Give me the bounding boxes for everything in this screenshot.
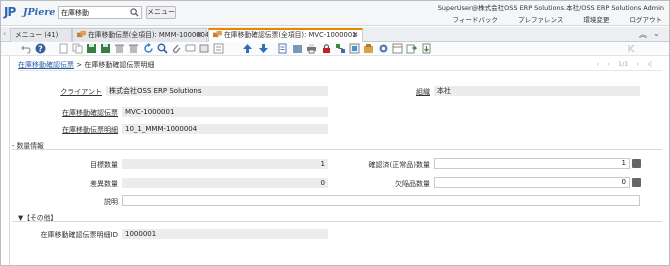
customize-icon[interactable] (392, 43, 403, 54)
delete-selection-icon[interactable] (128, 43, 139, 54)
confirm-line-id-field[interactable]: 1000001 (122, 229, 328, 239)
zoom-across-icon[interactable] (199, 43, 210, 54)
detail-record-icon[interactable] (213, 43, 224, 54)
help-icon[interactable]: ? (35, 43, 46, 54)
previous-page-icon[interactable]: ‹ (607, 60, 610, 68)
breadcrumb-separator: > (76, 61, 83, 69)
process-gear-icon[interactable] (378, 43, 389, 54)
tab-menu[interactable]: メニュー (41) (10, 28, 72, 42)
menu-search[interactable] (58, 6, 142, 19)
logout-link[interactable]: ログアウト (630, 16, 663, 24)
save-new-icon[interactable] (100, 43, 111, 54)
calculator-icon[interactable] (632, 178, 641, 187)
delete-icon[interactable] (114, 43, 125, 54)
window-tabbar: ‹ メニュー (41) 在庫移動伝票(全項目): MMM-1000004 ✖ 在… (0, 27, 670, 42)
prev-record-icon[interactable]: ‹ (597, 60, 600, 68)
new-record-icon[interactable] (58, 43, 69, 54)
product-info-icon[interactable] (363, 43, 374, 54)
scrapped-qty-label: 欠陥品数量 (395, 180, 430, 188)
record-navigator: ‹ ‹ 1/1 › ›| (597, 60, 652, 68)
report-icon[interactable] (277, 43, 288, 54)
logo-text: JPiere (23, 7, 56, 18)
confirmed-qty-field[interactable]: 1 (434, 158, 630, 169)
preference-link[interactable]: プレファレンス (518, 16, 563, 24)
left-collapse-bar[interactable] (9, 56, 10, 266)
confirm-line-id-label: 在庫移動確認伝票明細ID (40, 231, 118, 239)
save-icon[interactable] (86, 43, 97, 54)
copy-record-icon[interactable] (72, 43, 83, 54)
svg-text:?: ? (38, 44, 43, 53)
tab-movement[interactable]: 在庫移動伝票(全項目): MMM-1000004 ✖ (72, 28, 210, 42)
breadcrumb-current: 在庫移動確認伝票明細 (84, 61, 155, 69)
next-record-icon[interactable]: › (637, 60, 640, 68)
chat-icon[interactable] (185, 43, 196, 54)
breadcrumb-parent-link[interactable]: 在庫移動確認伝票 (18, 61, 74, 69)
feedback-link[interactable]: フィードバック (453, 16, 498, 24)
tab-movement-confirm[interactable]: 在庫移動確認伝票(全項目): MVC-1000001 ✖ (208, 28, 363, 42)
tab-menu-label: メニュー (41) (15, 31, 59, 39)
difference-qty-label: 差異数量 (90, 180, 118, 188)
window-toolbar: ? (0, 42, 670, 56)
change-role-link[interactable]: 環境変更 (583, 16, 609, 24)
first-record-icon[interactable] (626, 43, 637, 54)
breadcrumb-divider (18, 70, 662, 71)
client-field[interactable]: 株式会社OSS ERP Solutions (106, 86, 328, 96)
tab-list-chevron-down-icon[interactable]: ⌄ (653, 29, 660, 38)
record-counter: 1/1 (617, 60, 629, 68)
lock-icon[interactable] (321, 43, 332, 54)
menu-search-input[interactable] (59, 7, 129, 18)
search-icon[interactable] (130, 8, 139, 17)
close-icon[interactable]: ✖ (352, 30, 358, 41)
other-section-divider (12, 221, 662, 222)
scrapped-qty-field[interactable]: 0 (434, 177, 630, 188)
difference-qty-field[interactable]: 0 (122, 178, 328, 188)
find-icon[interactable] (157, 43, 168, 54)
qty-section-divider (12, 149, 662, 150)
org-label[interactable]: 組織 (380, 87, 430, 97)
collapse-up-icon[interactable]: ︽ (639, 29, 647, 40)
attachment-icon[interactable] (171, 43, 182, 54)
description-input[interactable] (122, 195, 640, 206)
archive-icon[interactable] (292, 43, 303, 54)
target-qty-field[interactable]: 1 (122, 159, 328, 169)
app-header: JP JPiere メニュー SuperUser@株式会社OSS ERP Sol… (0, 0, 670, 26)
client-label[interactable]: クライアント (20, 87, 102, 97)
movement-confirm-field[interactable]: MVC-1000001 (122, 107, 328, 117)
tab-movement-label: 在庫移動伝票(全項目): MMM-1000004 (88, 31, 210, 39)
movement-confirm-icon (213, 30, 222, 38)
user-info[interactable]: SuperUser@株式会社OSS ERP Solutions.本社/OSS E… (438, 2, 664, 12)
header-links: フィードバック プレファレンス 環境変更 ログアウト (435, 14, 662, 24)
confirmed-qty-label: 確認済(正常品)数量 (368, 161, 430, 169)
jpiere-logo[interactable]: JP JPiere (4, 5, 56, 21)
calculator-icon[interactable] (632, 159, 641, 168)
movement-confirm-label[interactable]: 在庫移動確認伝票 (20, 108, 118, 118)
logo-mark: JP (4, 5, 16, 19)
parent-record-arrow-up-icon[interactable] (242, 43, 253, 54)
menu-button[interactable]: メニュー (146, 6, 176, 19)
tab-movement-confirm-label: 在庫移動確認伝票(全項目): MVC-1000001 (224, 31, 357, 39)
print-icon[interactable] (306, 43, 317, 54)
movement-icon (77, 30, 86, 38)
target-qty-label: 目標数量 (90, 161, 118, 169)
last-record-icon[interactable]: ›| (647, 60, 652, 68)
active-workflows-icon[interactable] (335, 43, 346, 54)
breadcrumb: 在庫移動確認伝票 > 在庫移動確認伝票明細 (18, 60, 154, 70)
export-icon[interactable] (406, 43, 417, 54)
file-import-icon[interactable] (421, 43, 432, 54)
close-icon[interactable]: ✖ (196, 29, 202, 42)
org-field[interactable]: 本社 (434, 86, 640, 96)
movement-line-label[interactable]: 在庫移動伝票明細 (20, 125, 118, 135)
undo-icon[interactable] (20, 43, 31, 54)
refresh-icon[interactable] (143, 43, 154, 54)
movement-line-field[interactable]: 10_1_MMM-1000004 (122, 124, 328, 134)
requests-icon[interactable] (349, 43, 360, 54)
child-record-arrow-down-icon[interactable] (258, 43, 269, 54)
description-label: 説明 (104, 198, 118, 206)
